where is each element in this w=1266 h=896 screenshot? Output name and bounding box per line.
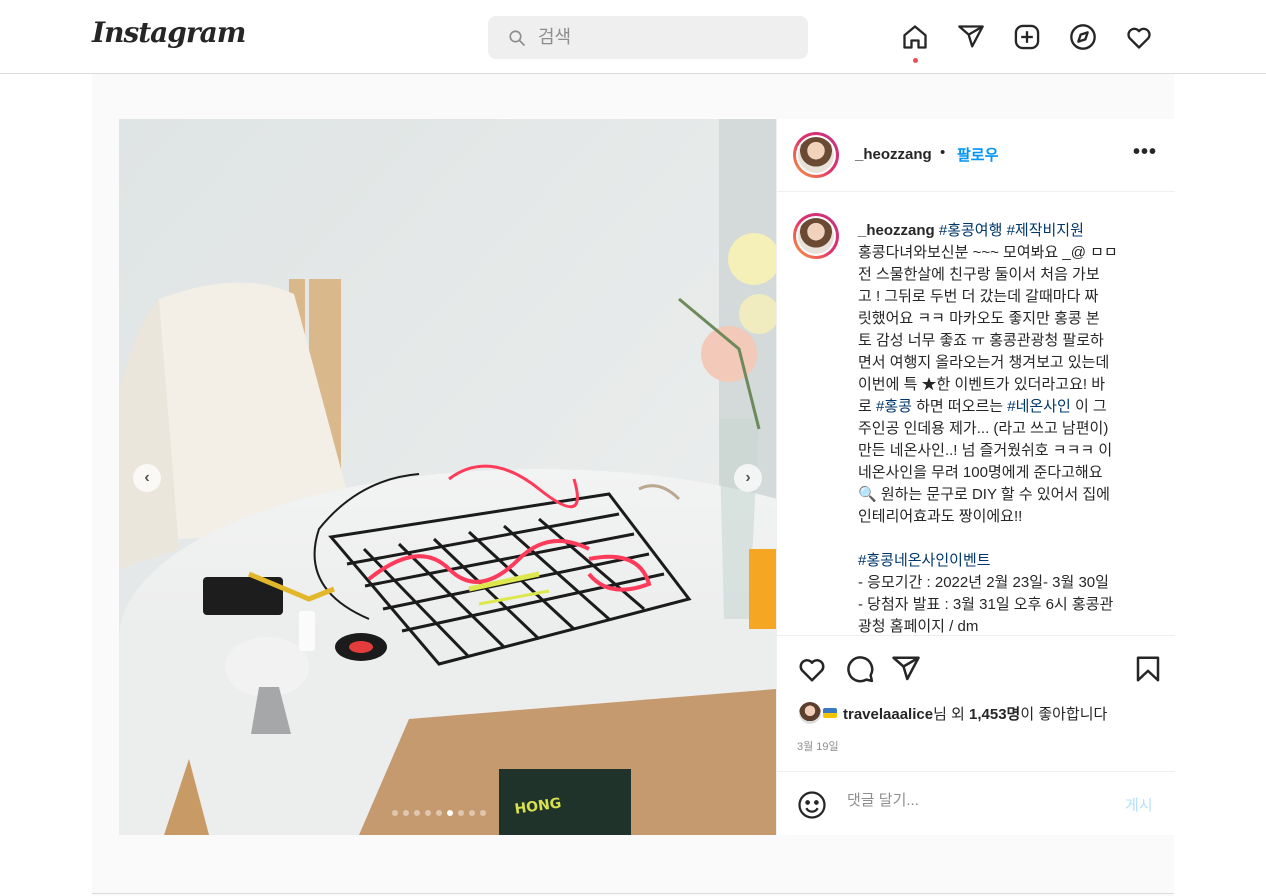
emoji-icon[interactable] <box>797 790 827 820</box>
hashtag-event[interactable]: #홍콩네온사인이벤트 <box>858 552 991 569</box>
likes-count[interactable]: 1,453명 <box>969 706 1020 723</box>
caption-hashtags[interactable]: #홍콩여행 #제작비지원 <box>939 222 1084 239</box>
page-margin-right <box>1174 0 1266 896</box>
liker-avatar[interactable] <box>799 702 821 724</box>
share-icon[interactable] <box>891 654 921 684</box>
caption-text-4: - 응모기간 : 2022년 2월 23일- 3월 30일 - 당첨자 발표 :… <box>858 574 1114 635</box>
comment-icon[interactable] <box>845 654 875 684</box>
carousel-dot <box>447 810 453 816</box>
carousel-prev-button[interactable]: ‹ <box>133 464 161 492</box>
carousel-indicator <box>392 810 486 816</box>
caption-text-3: 이 그 주인공 인데용 제가... (라고 쓰고 남편이) 만든 네온사인..!… <box>858 398 1113 525</box>
post-caption: _heozzang #홍콩여행 #제작비지원 홍콩다녀와보신분 ~~~ 모여봐요… <box>858 220 1160 635</box>
carousel-dot <box>392 810 398 816</box>
explore-icon[interactable] <box>1068 22 1098 52</box>
activity-heart-icon[interactable] <box>1124 22 1154 52</box>
post-comment-button[interactable]: 게시 <box>1125 794 1153 815</box>
carousel-dot <box>414 810 420 816</box>
post-photo: HONG <box>119 119 776 835</box>
footer-divider <box>92 893 1174 894</box>
home-active-dot <box>913 58 918 63</box>
likes-suffix-1: 님 외 <box>933 705 970 723</box>
post-date[interactable]: 3월 19일 <box>797 738 839 754</box>
new-post-icon[interactable] <box>1012 22 1042 52</box>
caption-text-2: 하면 떠오르는 <box>911 398 1008 415</box>
search-input[interactable] <box>536 26 780 49</box>
follow-button[interactable]: 팔로우 <box>957 144 998 165</box>
chevron-left-icon: ‹ <box>144 469 150 486</box>
nav-icons <box>900 22 1154 63</box>
author-username[interactable]: _heozzang <box>855 146 932 163</box>
caption-username[interactable]: _heozzang <box>858 222 935 239</box>
carousel-dot <box>425 810 431 816</box>
liker-username[interactable]: travelaaalice <box>843 706 933 723</box>
chevron-right-icon: › <box>745 469 751 486</box>
caption-scroll-area[interactable]: _heozzang #홍콩여행 #제작비지원 홍콩다녀와보신분 ~~~ 모여봐요… <box>777 192 1175 635</box>
search-box[interactable] <box>488 16 808 59</box>
hashtag-hongkong[interactable]: #홍콩 <box>876 398 912 415</box>
likes-suffix-2: 이 좋아합니다 <box>1020 705 1108 723</box>
carousel-dot <box>469 810 475 816</box>
top-navigation-bar: Instagram <box>0 0 1266 74</box>
carousel-dot <box>480 810 486 816</box>
carousel-dot <box>458 810 464 816</box>
save-bookmark-icon[interactable] <box>1133 654 1163 684</box>
carousel-dot <box>403 810 409 816</box>
likes-summary: travelaaalice님 외 1,453명이 좋아합니다 <box>799 702 1107 724</box>
caption-text-1: 홍콩다녀와보신분 ~~~ 모여봐요 _@ ㅁㅁ 전 스물한살에 친구랑 둘이서 … <box>858 244 1118 415</box>
post-actions: travelaaalice님 외 1,453명이 좋아합니다 3월 19일 <box>777 635 1175 772</box>
flag-icon <box>823 708 837 718</box>
instagram-logo[interactable]: Instagram <box>92 16 246 49</box>
carousel-next-button[interactable]: › <box>734 464 762 492</box>
comment-input[interactable] <box>845 791 1109 810</box>
author-avatar-image <box>798 137 834 173</box>
direct-icon[interactable] <box>956 22 986 52</box>
home-icon[interactable] <box>900 22 930 63</box>
caption-avatar[interactable] <box>793 213 839 259</box>
page-margin-left <box>0 0 92 896</box>
photo-illustration: HONG <box>119 119 776 835</box>
post-sidebar: _heozzang • 팔로우 ••• _heozzang #홍콩여행 #제작비… <box>776 119 1175 835</box>
separator-dot: • <box>940 144 946 161</box>
search-icon <box>509 29 526 46</box>
comment-composer: 게시 <box>777 771 1175 836</box>
carousel-dot <box>436 810 442 816</box>
author-avatar[interactable] <box>793 132 839 178</box>
hashtag-neonsign[interactable]: #네온사인 <box>1007 398 1071 415</box>
like-heart-icon[interactable] <box>797 654 827 684</box>
post-header: _heozzang • 팔로우 ••• <box>777 119 1175 192</box>
more-options-icon[interactable]: ••• <box>1133 141 1157 164</box>
caption-avatar-image <box>798 218 834 254</box>
